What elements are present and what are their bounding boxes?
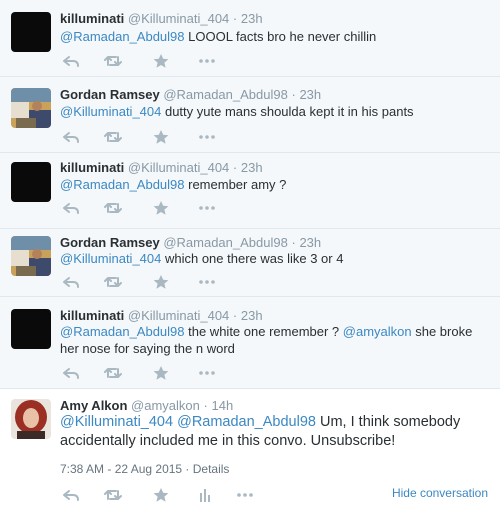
avatar[interactable] xyxy=(11,162,51,202)
reply-icon[interactable] xyxy=(62,200,80,216)
focused-tweet[interactable]: Amy Alkon @amyalkon · 14h @Killuminati_4… xyxy=(0,389,500,518)
tweet-details[interactable]: 7:38 AM - 22 Aug 2015 · Details xyxy=(60,462,229,476)
separator: · xyxy=(232,308,238,323)
tweet-text: @Killuminati_404 @Ramadan_Abdul98 Um, I … xyxy=(60,413,490,451)
retweet-icon[interactable] xyxy=(104,200,122,216)
reply-icon[interactable] xyxy=(62,487,80,503)
user-name[interactable]: Gordan Ramsey xyxy=(60,87,160,102)
user-handle[interactable]: @Ramadan_Abdul98 xyxy=(163,235,288,250)
tweet-text: @Killuminati_404 dutty yute mans shoulda… xyxy=(60,103,490,120)
separator: · xyxy=(291,87,296,102)
more-icon[interactable] xyxy=(198,200,216,216)
analytics-icon[interactable] xyxy=(196,487,214,503)
retweet-icon[interactable] xyxy=(104,274,122,290)
tweet-text-content: dutty yute mans shoulda kept it in his p… xyxy=(161,104,414,119)
star-icon[interactable] xyxy=(152,200,170,216)
tweet-text-content: LOOOL facts bro he never chillin xyxy=(184,29,377,44)
tweet-text-content: which one there was like 3 or 4 xyxy=(161,251,344,266)
star-icon[interactable] xyxy=(152,274,170,290)
tweet-header: killuminati @Killuminati_404 · 23h xyxy=(60,308,263,323)
timestamp[interactable]: 23h xyxy=(241,308,263,323)
mention-link[interactable]: @Killuminati_404 xyxy=(60,104,161,119)
mention-link[interactable]: @Killuminati_404 xyxy=(60,414,173,430)
timestamp[interactable]: 23h xyxy=(299,87,321,102)
user-handle[interactable]: @amyalkon xyxy=(131,398,200,413)
tweet-text: @Ramadan_Abdul98 the white one remember … xyxy=(60,323,490,357)
user-handle[interactable]: @Killuminati_404 xyxy=(128,160,229,175)
user-name[interactable]: Amy Alkon xyxy=(60,398,127,413)
user-name[interactable]: killuminati xyxy=(60,308,124,323)
tweet-header: Amy Alkon @amyalkon · 14h xyxy=(60,398,233,413)
separator: · xyxy=(291,235,296,250)
tweet-header: Gordan Ramsey @Ramadan_Abdul98 · 23h xyxy=(60,87,321,102)
avatar[interactable] xyxy=(11,88,51,128)
retweet-icon[interactable] xyxy=(104,53,122,69)
user-name[interactable]: killuminati xyxy=(60,11,124,26)
more-icon[interactable] xyxy=(198,365,216,381)
mention-link[interactable]: @Ramadan_Abdul98 xyxy=(60,324,185,339)
mention-link[interactable]: @Ramadan_Abdul98 xyxy=(60,29,185,44)
timestamp[interactable]: 23h xyxy=(241,11,263,26)
user-handle[interactable]: @Killuminati_404 xyxy=(128,11,229,26)
tweet[interactable]: killuminati @Killuminati_404 · 23h @Rama… xyxy=(0,297,500,389)
reply-icon[interactable] xyxy=(62,129,80,145)
tweet-text: @Ramadan_Abdul98 LOOOL facts bro he neve… xyxy=(60,28,490,45)
retweet-icon[interactable] xyxy=(104,365,122,381)
avatar-photo xyxy=(11,399,51,439)
tweet[interactable]: killuminati @Killuminati_404 · 23h @Rama… xyxy=(0,153,500,229)
separator: · xyxy=(232,11,238,26)
star-icon[interactable] xyxy=(152,129,170,145)
more-icon[interactable] xyxy=(198,129,216,145)
user-name[interactable]: killuminati xyxy=(60,160,124,175)
user-handle[interactable]: @Ramadan_Abdul98 xyxy=(163,87,288,102)
timestamp[interactable]: 23h xyxy=(299,235,321,250)
mention-link[interactable]: @Killuminati_404 xyxy=(60,251,161,266)
star-icon[interactable] xyxy=(152,365,170,381)
tweet[interactable]: Gordan Ramsey @Ramadan_Abdul98 · 23h @Ki… xyxy=(0,229,500,297)
separator: · xyxy=(232,160,238,175)
retweet-icon[interactable] xyxy=(104,487,122,503)
star-icon[interactable] xyxy=(152,53,170,69)
star-icon[interactable] xyxy=(152,487,170,503)
tweet-header: killuminati @Killuminati_404 · 23h xyxy=(60,160,263,175)
timestamp[interactable]: 14h xyxy=(211,398,233,413)
avatar[interactable] xyxy=(11,309,51,349)
user-handle[interactable]: @Killuminati_404 xyxy=(128,308,229,323)
avatar[interactable] xyxy=(11,399,51,439)
tweet[interactable]: killuminati @Killuminati_404 · 23h @Rama… xyxy=(0,0,500,77)
tweet-text: @Killuminati_404 which one there was lik… xyxy=(60,250,490,267)
mention-link[interactable]: @amyalkon xyxy=(343,324,412,339)
retweet-icon[interactable] xyxy=(104,129,122,145)
more-icon[interactable] xyxy=(198,53,216,69)
user-name[interactable]: Gordan Ramsey xyxy=(60,235,160,250)
avatar-photo xyxy=(11,88,51,128)
tweet[interactable]: Gordan Ramsey @Ramadan_Abdul98 · 23h @Ki… xyxy=(0,77,500,153)
tweet-text: @Ramadan_Abdul98 remember amy ? xyxy=(60,176,490,193)
tweet-text-content: the white one remember ? xyxy=(184,324,343,339)
more-icon[interactable] xyxy=(236,487,254,503)
separator: · xyxy=(203,398,208,413)
timestamp[interactable]: 23h xyxy=(241,160,263,175)
avatar[interactable] xyxy=(11,236,51,276)
more-icon[interactable] xyxy=(198,274,216,290)
tweet-header: killuminati @Killuminati_404 · 23h xyxy=(60,11,263,26)
reply-icon[interactable] xyxy=(62,53,80,69)
tweet-text-content: remember amy ? xyxy=(184,177,287,192)
avatar-photo xyxy=(11,236,51,276)
conversation-thread: killuminati @Killuminati_404 · 23h @Rama… xyxy=(0,0,500,518)
mention-link[interactable]: @Ramadan_Abdul98 xyxy=(60,177,185,192)
hide-conversation-link[interactable]: Hide conversation xyxy=(392,486,488,500)
reply-icon[interactable] xyxy=(62,274,80,290)
mention-link[interactable]: @Ramadan_Abdul98 xyxy=(177,414,316,430)
reply-icon[interactable] xyxy=(62,365,80,381)
avatar[interactable] xyxy=(11,12,51,52)
tweet-header: Gordan Ramsey @Ramadan_Abdul98 · 23h xyxy=(60,235,321,250)
